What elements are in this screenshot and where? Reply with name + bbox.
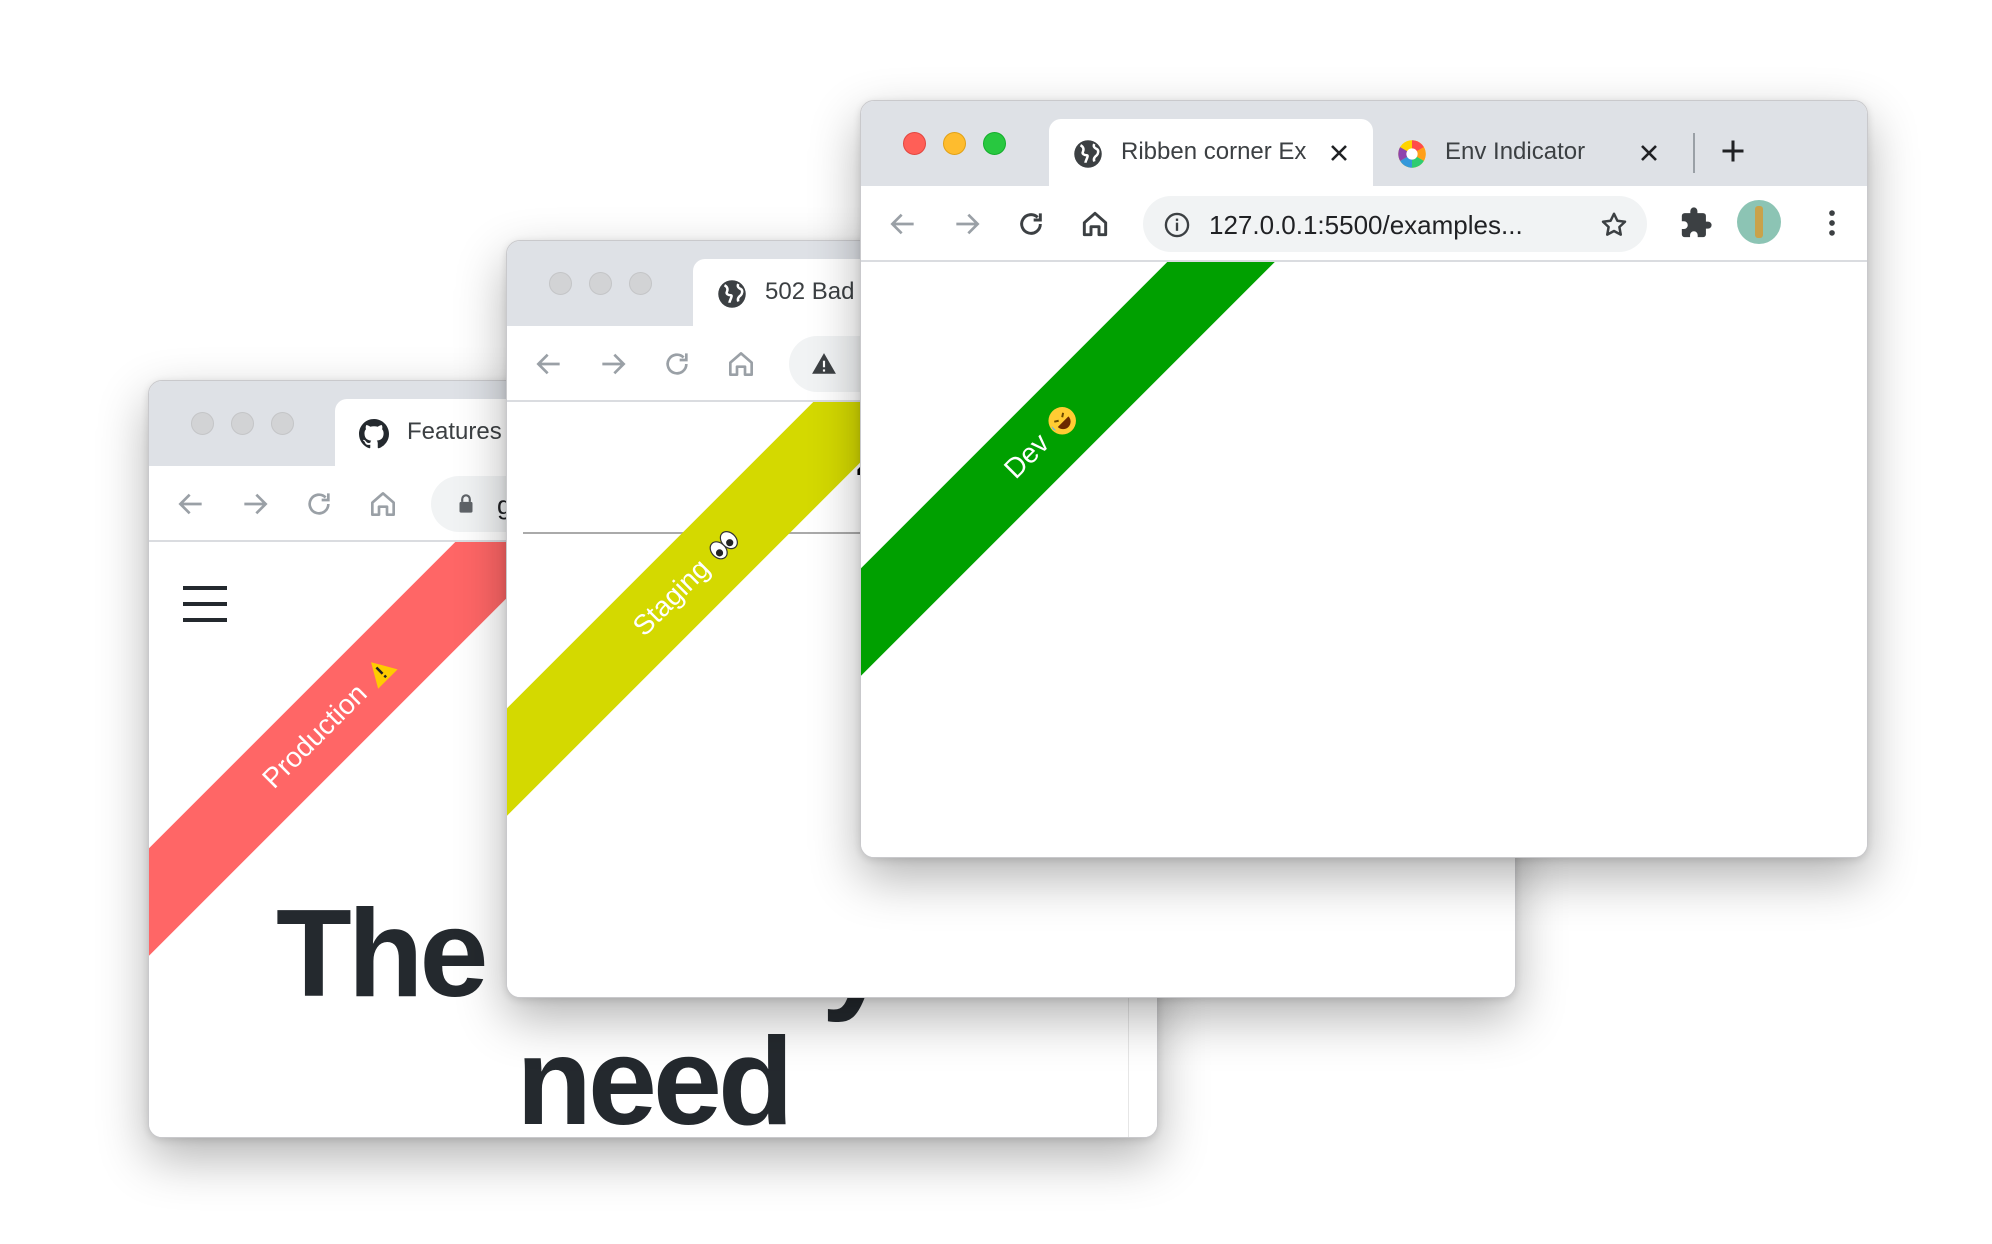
toolbar: 127.0.0.1:5500/examples... — [861, 186, 1867, 262]
star-icon[interactable] — [1599, 210, 1629, 240]
back-arrow-icon[interactable] — [533, 348, 565, 380]
info-icon[interactable] — [1163, 211, 1191, 239]
hamburger-icon[interactable] — [183, 586, 227, 622]
forward-arrow-icon[interactable] — [951, 208, 983, 240]
warning-emoji-icon — [371, 662, 398, 689]
ribbon-label: Staging — [626, 552, 716, 642]
tab-title: 502 Bad — [765, 278, 855, 305]
reload-icon[interactable] — [303, 488, 335, 520]
close-light[interactable] — [903, 132, 926, 155]
tab-ribben-corner[interactable]: Ribben corner Ex — [1049, 119, 1373, 186]
eyes-emoji-icon — [709, 530, 739, 560]
tab-env-indicator[interactable]: Env Indicator — [1373, 119, 1697, 186]
extensions-icon[interactable] — [1679, 206, 1713, 240]
tab-title: Ribben corner Ex — [1121, 138, 1307, 165]
menu-dots-icon[interactable] — [1815, 206, 1849, 240]
browser-window-dev: Ribben corner Ex Env Indicator 127.0.0.1… — [860, 100, 1868, 858]
maximize-light[interactable] — [271, 412, 294, 435]
ribbon-label: Dev — [997, 427, 1056, 485]
page-content: Dev — [861, 262, 1867, 857]
reload-icon[interactable] — [661, 348, 693, 380]
plus-icon[interactable] — [1719, 137, 1747, 165]
home-icon[interactable] — [1079, 208, 1111, 240]
close-light[interactable] — [191, 412, 214, 435]
github-icon — [359, 419, 389, 449]
maximize-light[interactable] — [629, 272, 652, 295]
maximize-light[interactable] — [983, 132, 1006, 155]
back-arrow-icon[interactable] — [887, 208, 919, 240]
forward-arrow-icon[interactable] — [597, 348, 629, 380]
warning-icon — [812, 353, 836, 374]
address-bar[interactable]: 127.0.0.1:5500/examples... — [1143, 196, 1647, 252]
laughing-emoji-icon — [1048, 407, 1076, 435]
close-light[interactable] — [549, 272, 572, 295]
tab-separator — [1693, 133, 1695, 173]
close-icon[interactable] — [1327, 141, 1351, 165]
tab-title: Env Indicator — [1445, 138, 1586, 165]
profile-avatar-icon[interactable] — [1737, 200, 1781, 244]
home-icon[interactable] — [367, 488, 399, 520]
ribbon-band: Dev — [861, 262, 1295, 696]
minimize-light[interactable] — [589, 272, 612, 295]
page-heading-line2: need — [516, 1013, 793, 1137]
minimize-light[interactable] — [943, 132, 966, 155]
ribbon-label: Production — [256, 677, 373, 795]
home-icon[interactable] — [725, 348, 757, 380]
globe-icon — [1074, 140, 1102, 168]
minimize-light[interactable] — [231, 412, 254, 435]
forward-arrow-icon[interactable] — [239, 488, 271, 520]
tab-strip: Ribben corner Ex Env Indicator — [861, 101, 1867, 186]
tab-title: Features — [407, 418, 502, 445]
close-icon[interactable] — [1637, 141, 1661, 165]
back-arrow-icon[interactable] — [175, 488, 207, 520]
lock-icon — [459, 494, 473, 513]
reload-icon[interactable] — [1015, 208, 1047, 240]
globe-icon — [718, 280, 746, 308]
color-wheel-icon — [1398, 140, 1426, 168]
url-text: 127.0.0.1:5500/examples... — [1209, 210, 1523, 240]
